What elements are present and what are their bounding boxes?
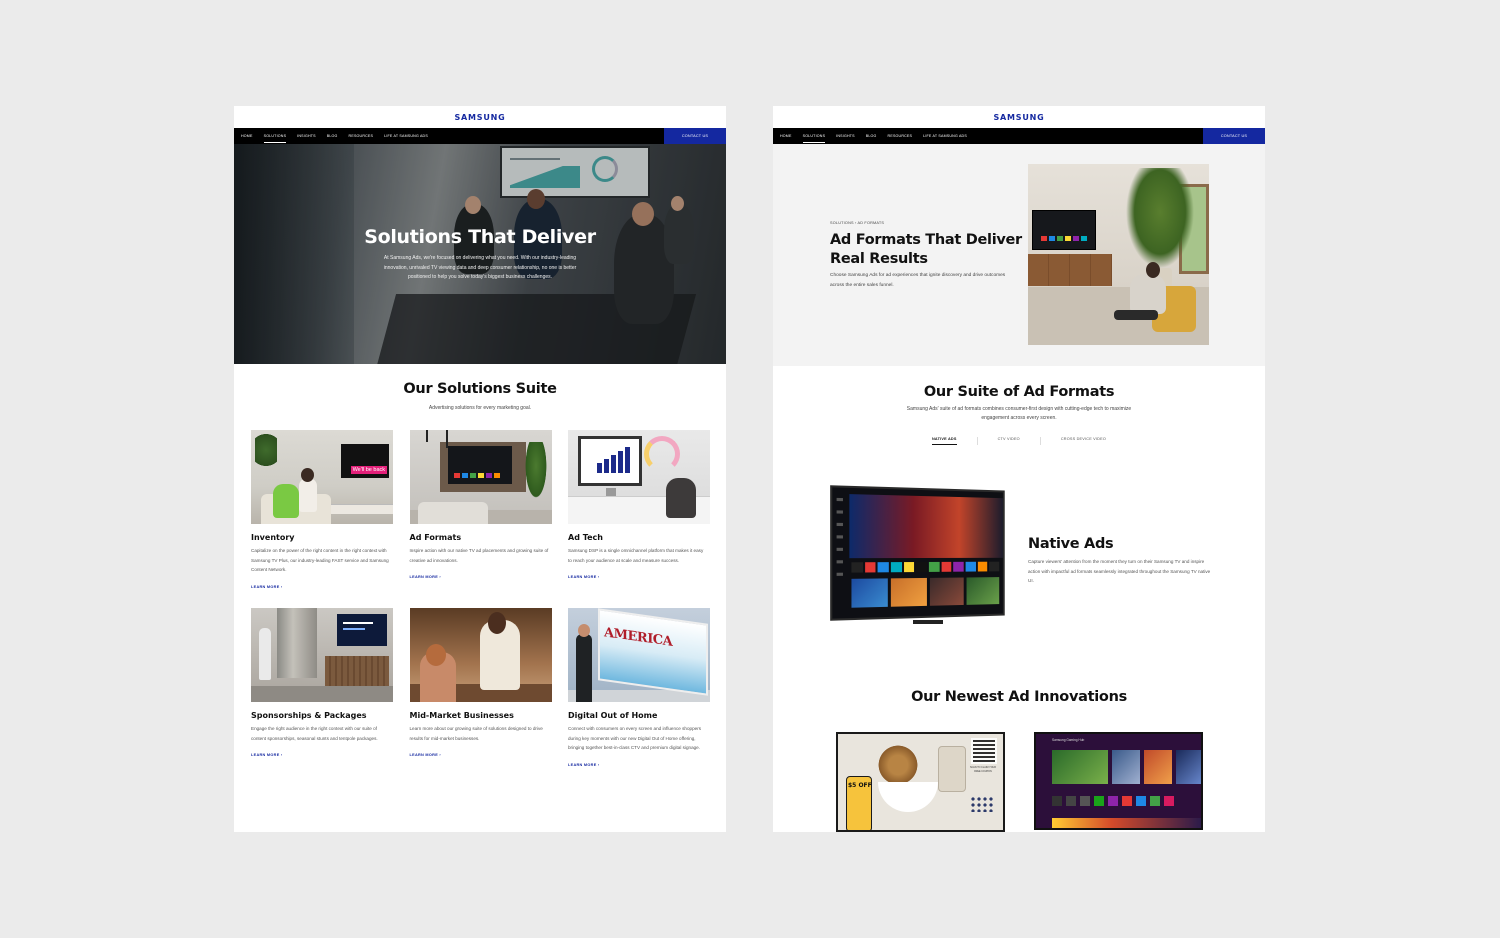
nav-blog[interactable]: BLOG [327, 128, 338, 144]
nav-home[interactable]: HOME [780, 128, 792, 144]
card-title: Digital Out of Home [568, 711, 658, 720]
card-title: Inventory [251, 533, 295, 542]
nav-resources[interactable]: RESOURCES [349, 128, 374, 144]
nav-solutions[interactable]: SOLUTIONS [802, 128, 826, 144]
native-ads-title: Native Ads [1028, 536, 1114, 552]
ad-formats-hero: SOLUTIONS › AD FORMATS Ad Formats That D… [773, 144, 1265, 366]
hero-banner: Solutions That Deliver At Samsung Ads, w… [234, 144, 726, 364]
nav-resources[interactable]: RESOURCES [888, 128, 913, 144]
main-nav: HOME SOLUTIONS INSIGHTS BLOG RESOURCES L… [773, 128, 1265, 144]
main-nav: HOME SOLUTIONS INSIGHTS BLOG RESOURCES L… [234, 128, 726, 144]
solution-card-ad-tech[interactable]: Ad Tech Samsung DSP is a single omnichan… [568, 430, 710, 608]
ad-formats-image [409, 430, 552, 524]
card-title: Ad Tech [568, 533, 603, 542]
nav-home[interactable]: HOME [241, 128, 253, 144]
card-description: Connect with consumers on every screen a… [568, 726, 702, 751]
learn-more-link[interactable]: LEARN MORE › [410, 753, 441, 757]
solution-card-ad-formats[interactable]: Ad Formats Inspire action with our nativ… [409, 430, 552, 608]
gaming-hub-tv-image: Samsung Gaming Hub [1034, 732, 1203, 830]
nav-blog[interactable]: BLOG [866, 128, 877, 144]
card-description: Learn more about our growing suite of so… [409, 726, 543, 741]
contact-us-button[interactable]: CONTACT US [664, 128, 726, 144]
living-room-image [1028, 164, 1209, 345]
tab-native-ads[interactable]: NATIVE ADS [912, 437, 977, 445]
tv-screen: We'll be back [341, 444, 389, 478]
nav-insights[interactable]: INSIGHTS [836, 128, 855, 144]
shoppable-ad-tv-image: SCAN TO CLAIM YOUR FREE COUPON $5 OFF [836, 732, 1005, 832]
mid-market-image [409, 608, 552, 702]
gaming-hub-header: Samsung Gaming Hub [1052, 738, 1085, 742]
samsung-logo[interactable]: SAMSUNG [454, 113, 505, 122]
sponsorships-image [251, 608, 393, 702]
ad-formats-suite-title: Our Suite of Ad Formats [923, 384, 1115, 400]
solution-card-dooh[interactable]: AMERICA Digital Out of Home Connect with… [568, 608, 710, 786]
promo-label: $5 OFF [848, 782, 872, 789]
contact-us-button[interactable]: CONTACT US [1203, 128, 1265, 144]
ad-formats-suite-subtitle: Samsung Ads' suite of ad formats combine… [906, 406, 1132, 421]
card-title: Mid-Market Businesses [409, 711, 514, 720]
qr-code-icon [971, 738, 997, 764]
page-subtitle: Choose Samsung Ads for ad experiences th… [830, 273, 1006, 288]
page-title: Ad Formats That Deliver Real Results [830, 232, 1022, 267]
card-description: Samsung DSP is a single omnichannel plat… [568, 548, 704, 563]
card-description: Inspire action with our native TV ad pla… [409, 548, 549, 563]
samsung-logo[interactable]: SAMSUNG [993, 113, 1044, 122]
solution-card-sponsorships[interactable]: Sponsorships & Packages Engage the right… [251, 608, 393, 786]
solutions-suite-subtitle: Advertising solutions for every marketin… [428, 405, 532, 411]
qr-label: SCAN TO CLAIM YOUR FREE COUPON [969, 766, 997, 773]
solutions-suite-title: Our Solutions Suite [403, 381, 557, 397]
learn-more-link[interactable]: LEARN MORE › [251, 753, 282, 757]
brand-bar: SAMSUNG [234, 106, 726, 128]
native-ads-panel: Native Ads Capture viewers' attention fr… [773, 484, 1265, 644]
card-title: Sponsorships & Packages [251, 711, 367, 720]
tab-ctv-video[interactable]: CTV VIDEO [976, 437, 1040, 445]
dooh-image: AMERICA [568, 608, 710, 702]
ad-innovations-title: Our Newest Ad Innovations [911, 689, 1127, 705]
solutions-grid: We'll be back Inventory Capitalize on th… [251, 430, 711, 786]
inventory-image: We'll be back [251, 430, 393, 524]
card-description: Engage the right audience in the right c… [251, 726, 378, 741]
tab-cross-device-video[interactable]: CROSS DEVICE VIDEO [1039, 437, 1126, 445]
solution-card-inventory[interactable]: We'll be back Inventory Capitalize on th… [251, 430, 393, 608]
nav-insights[interactable]: INSIGHTS [297, 128, 316, 144]
solution-card-mid-market[interactable]: Mid-Market Businesses Learn more about o… [409, 608, 552, 786]
nav-life-at-samsung-ads[interactable]: LIFE AT SAMSUNG ADS [923, 128, 967, 144]
card-title: Ad Formats [409, 533, 462, 542]
learn-more-link[interactable]: LEARN MORE › [410, 575, 441, 579]
ad-tech-image [568, 430, 710, 524]
native-ads-tv-image [830, 485, 1009, 634]
brand-bar: SAMSUNG [773, 106, 1265, 128]
hero-subtitle: At Samsung Ads, we're focused on deliver… [383, 255, 577, 280]
solutions-page: SAMSUNG HOME SOLUTIONS INSIGHTS BLOG RES… [234, 106, 726, 832]
learn-more-link[interactable]: LEARN MORE › [568, 575, 599, 579]
nav-solutions[interactable]: SOLUTIONS [263, 128, 287, 144]
hero-title: Solutions That Deliver [364, 226, 596, 248]
card-description: Capitalize on the power of the right con… [251, 548, 389, 573]
breadcrumb[interactable]: SOLUTIONS › AD FORMATS [830, 221, 884, 225]
ad-formats-page: SAMSUNG HOME SOLUTIONS INSIGHTS BLOG RES… [773, 106, 1265, 832]
nav-life-at-samsung-ads[interactable]: LIFE AT SAMSUNG ADS [384, 128, 428, 144]
learn-more-link[interactable]: LEARN MORE › [251, 585, 282, 589]
native-ads-description: Capture viewers' attention from the mome… [1028, 559, 1211, 584]
learn-more-link[interactable]: LEARN MORE › [568, 763, 599, 767]
ad-format-tabs: NATIVE ADS CTV VIDEO CROSS DEVICE VIDEO [773, 437, 1265, 445]
tv-screen-text: We'll be back [350, 466, 387, 474]
